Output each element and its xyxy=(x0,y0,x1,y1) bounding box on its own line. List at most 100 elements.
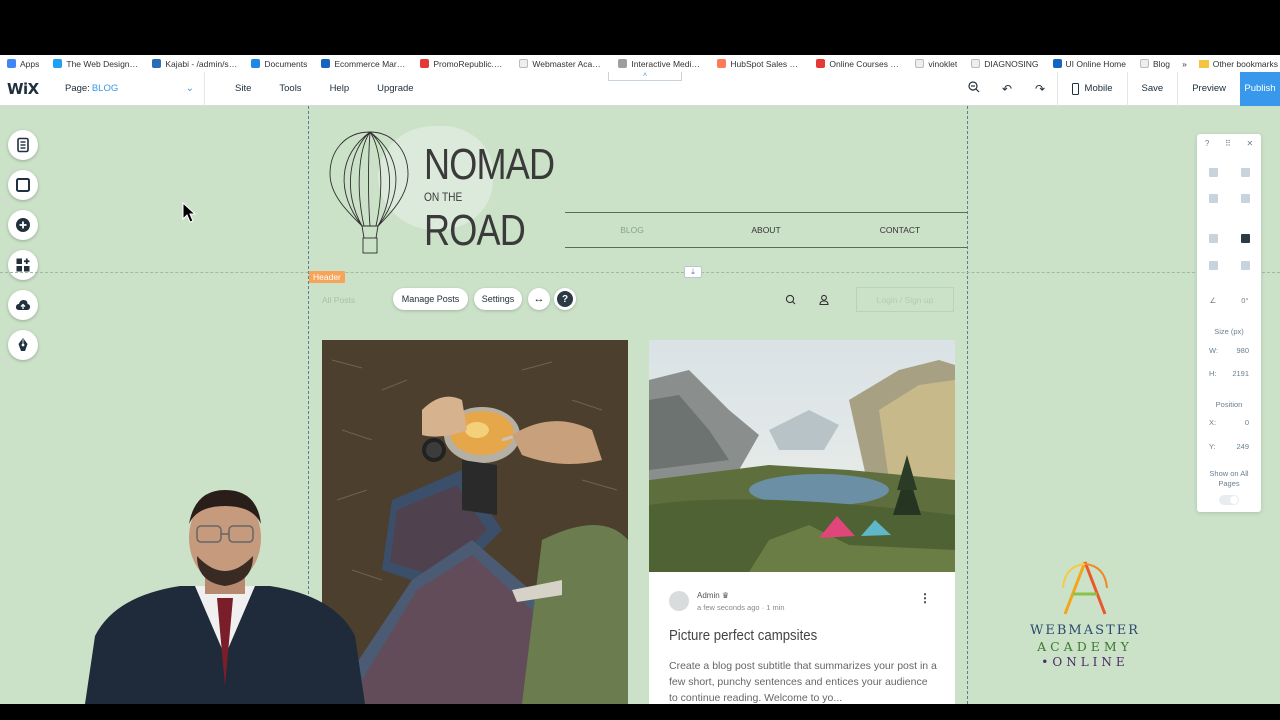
search-icon[interactable] xyxy=(784,293,798,307)
height-field[interactable]: H: 2191 xyxy=(1209,369,1249,378)
match-size-icon[interactable] xyxy=(1240,261,1250,270)
bookmark-item[interactable]: vinoklet xyxy=(908,55,964,72)
nav-about[interactable]: ABOUT xyxy=(699,225,833,235)
align-icon[interactable] xyxy=(1240,234,1250,243)
y-field[interactable]: Y: 249 xyxy=(1209,442,1249,451)
size-label: Size (px) xyxy=(1214,327,1244,336)
bookmark-item[interactable]: Webmaster Academ xyxy=(512,55,611,72)
crown-icon xyxy=(321,59,331,68)
redo-icon[interactable]: ↷ xyxy=(1024,82,1057,96)
drag-handle-icon[interactable]: ⠿ xyxy=(1225,139,1231,148)
member-icon[interactable] xyxy=(817,293,831,307)
watermark-line2: ACADEMY xyxy=(1037,639,1133,654)
hot-air-balloon-logo xyxy=(329,131,409,254)
bookmark-item[interactable]: Ecommerce Marketi xyxy=(314,55,413,72)
post-image-cooking[interactable] xyxy=(322,340,628,704)
post-title[interactable]: Picture perfect campsites xyxy=(669,627,817,644)
apps-grid-icon xyxy=(7,59,16,68)
nav-blog[interactable]: BLOG xyxy=(565,225,699,235)
save-button[interactable]: Save xyxy=(1126,71,1178,106)
post-image-campsite[interactable] xyxy=(649,340,955,572)
show-on-all-pages-label: Show on All Pages xyxy=(1209,469,1249,488)
distribute-icon[interactable] xyxy=(1208,261,1218,270)
duplicate-icon[interactable] xyxy=(1208,194,1218,203)
bookmark-item[interactable]: HubSpot Sales Pricir xyxy=(710,55,809,72)
delete-icon[interactable] xyxy=(1240,194,1250,203)
menu-upgrade[interactable]: Upgrade xyxy=(377,83,413,94)
bookmark-item[interactable]: Documents xyxy=(244,55,314,72)
publish-button[interactable]: Publish xyxy=(1240,71,1280,106)
post-card[interactable]: Admin ♛ a few seconds ago · 1 min ⋮ Pict… xyxy=(649,572,955,704)
angle-icon: ∠ xyxy=(1209,296,1217,305)
watermark-line1: WEBMASTER xyxy=(1030,623,1140,638)
bookmark-apps[interactable]: Apps xyxy=(0,55,46,72)
presenter-webcam-overlay xyxy=(85,490,365,704)
bookmark-item[interactable]: DIAGNOSING xyxy=(964,55,1045,72)
arrange-row xyxy=(1197,234,1261,243)
background-button[interactable] xyxy=(8,170,38,200)
page-icon xyxy=(915,59,925,68)
nav-contact[interactable]: CONTACT xyxy=(833,225,967,235)
close-icon[interactable]: ✕ xyxy=(1246,139,1253,148)
login-button[interactable]: Login / Sign up xyxy=(856,287,954,312)
panel-help-icon[interactable]: ? xyxy=(1205,139,1209,148)
menu-site[interactable]: Site xyxy=(235,83,251,94)
width-field[interactable]: W: 980 xyxy=(1209,346,1249,355)
pages-menu-button[interactable] xyxy=(8,130,38,160)
editor-canvas[interactable]: NOMAD ON THE ROAD BLOG ABOUT CONTACT Hea… xyxy=(0,106,1280,704)
docs-icon xyxy=(251,59,261,68)
bookmark-item[interactable]: The Web Design Tre xyxy=(46,55,145,72)
rotate-row: ∠ 0° xyxy=(1197,296,1261,305)
chevron-down-icon: ⌄ xyxy=(185,83,194,94)
page-icon xyxy=(1139,59,1149,68)
avatar xyxy=(669,591,689,611)
paste-icon[interactable] xyxy=(1240,168,1250,177)
add-button[interactable] xyxy=(8,210,38,240)
bookmark-item[interactable]: Online Courses - Any xyxy=(809,55,908,72)
menu-help[interactable]: Help xyxy=(330,83,350,94)
post-subtitle: Create a blog post subtitle that summari… xyxy=(669,660,937,704)
more-options-icon[interactable]: ⋮ xyxy=(919,592,931,604)
wix-logo: WiX xyxy=(7,79,39,98)
menu-tools[interactable]: Tools xyxy=(279,83,301,94)
link-icon xyxy=(618,59,628,68)
help-icon: ? xyxy=(557,291,573,307)
preview-button[interactable]: Preview xyxy=(1177,71,1240,106)
header-guide xyxy=(0,272,1280,273)
stretch-icon[interactable]: ↔ xyxy=(528,288,550,310)
more-bookmarks-button[interactable]: » xyxy=(1182,59,1187,69)
bookmark-item[interactable]: Interactive Media fo xyxy=(611,55,710,72)
webmaster-academy-watermark: WEBMASTER ACADEMY •ONLINE xyxy=(1010,558,1160,669)
mobile-view-button[interactable]: Mobile xyxy=(1056,71,1127,106)
folder-icon xyxy=(1198,59,1209,68)
page-selector[interactable]: Page: BLOG ⌄ xyxy=(65,71,205,106)
other-bookmarks[interactable]: Other bookmarks xyxy=(1213,59,1280,69)
bookmark-item[interactable]: UI Online Home xyxy=(1046,55,1133,72)
section-anchor-icon[interactable]: ⤓ xyxy=(684,266,702,278)
bookmarks-overflow: » Other bookmarks xyxy=(1176,55,1280,72)
kajabi-icon xyxy=(152,59,162,68)
undo-icon[interactable]: ↶ xyxy=(991,82,1024,96)
add-apps-button[interactable] xyxy=(8,250,38,280)
x-field[interactable]: X: 0 xyxy=(1209,418,1249,427)
manage-posts-button[interactable]: Manage Posts xyxy=(393,288,468,310)
copy-icon[interactable] xyxy=(1208,168,1218,177)
rotation-value[interactable]: 0° xyxy=(1241,296,1248,305)
all-posts-filter[interactable]: All Posts xyxy=(322,295,355,305)
zoom-out-icon[interactable] xyxy=(958,81,991,96)
blog-manager-button[interactable] xyxy=(8,330,38,360)
bookmark-item[interactable]: Kajabi - /admin/sites xyxy=(145,55,244,72)
site-title-road: ROAD xyxy=(424,206,526,255)
collapse-toolbar-icon[interactable]: ˄ xyxy=(608,72,682,81)
mouse-cursor-icon xyxy=(182,202,196,223)
arrange-icon[interactable] xyxy=(1208,234,1218,243)
duplicate-delete-row xyxy=(1197,194,1261,203)
bookmark-item[interactable]: Blog xyxy=(1133,55,1177,72)
settings-button[interactable]: Settings xyxy=(474,288,522,310)
bookmark-item[interactable]: PromoRepublic.com xyxy=(413,55,512,72)
show-on-all-pages-toggle[interactable] xyxy=(1219,495,1239,505)
nav-divider-bottom xyxy=(565,247,967,248)
upload-button[interactable] xyxy=(8,290,38,320)
header-tag[interactable]: Header xyxy=(309,271,345,283)
help-button[interactable]: ? xyxy=(554,288,576,310)
